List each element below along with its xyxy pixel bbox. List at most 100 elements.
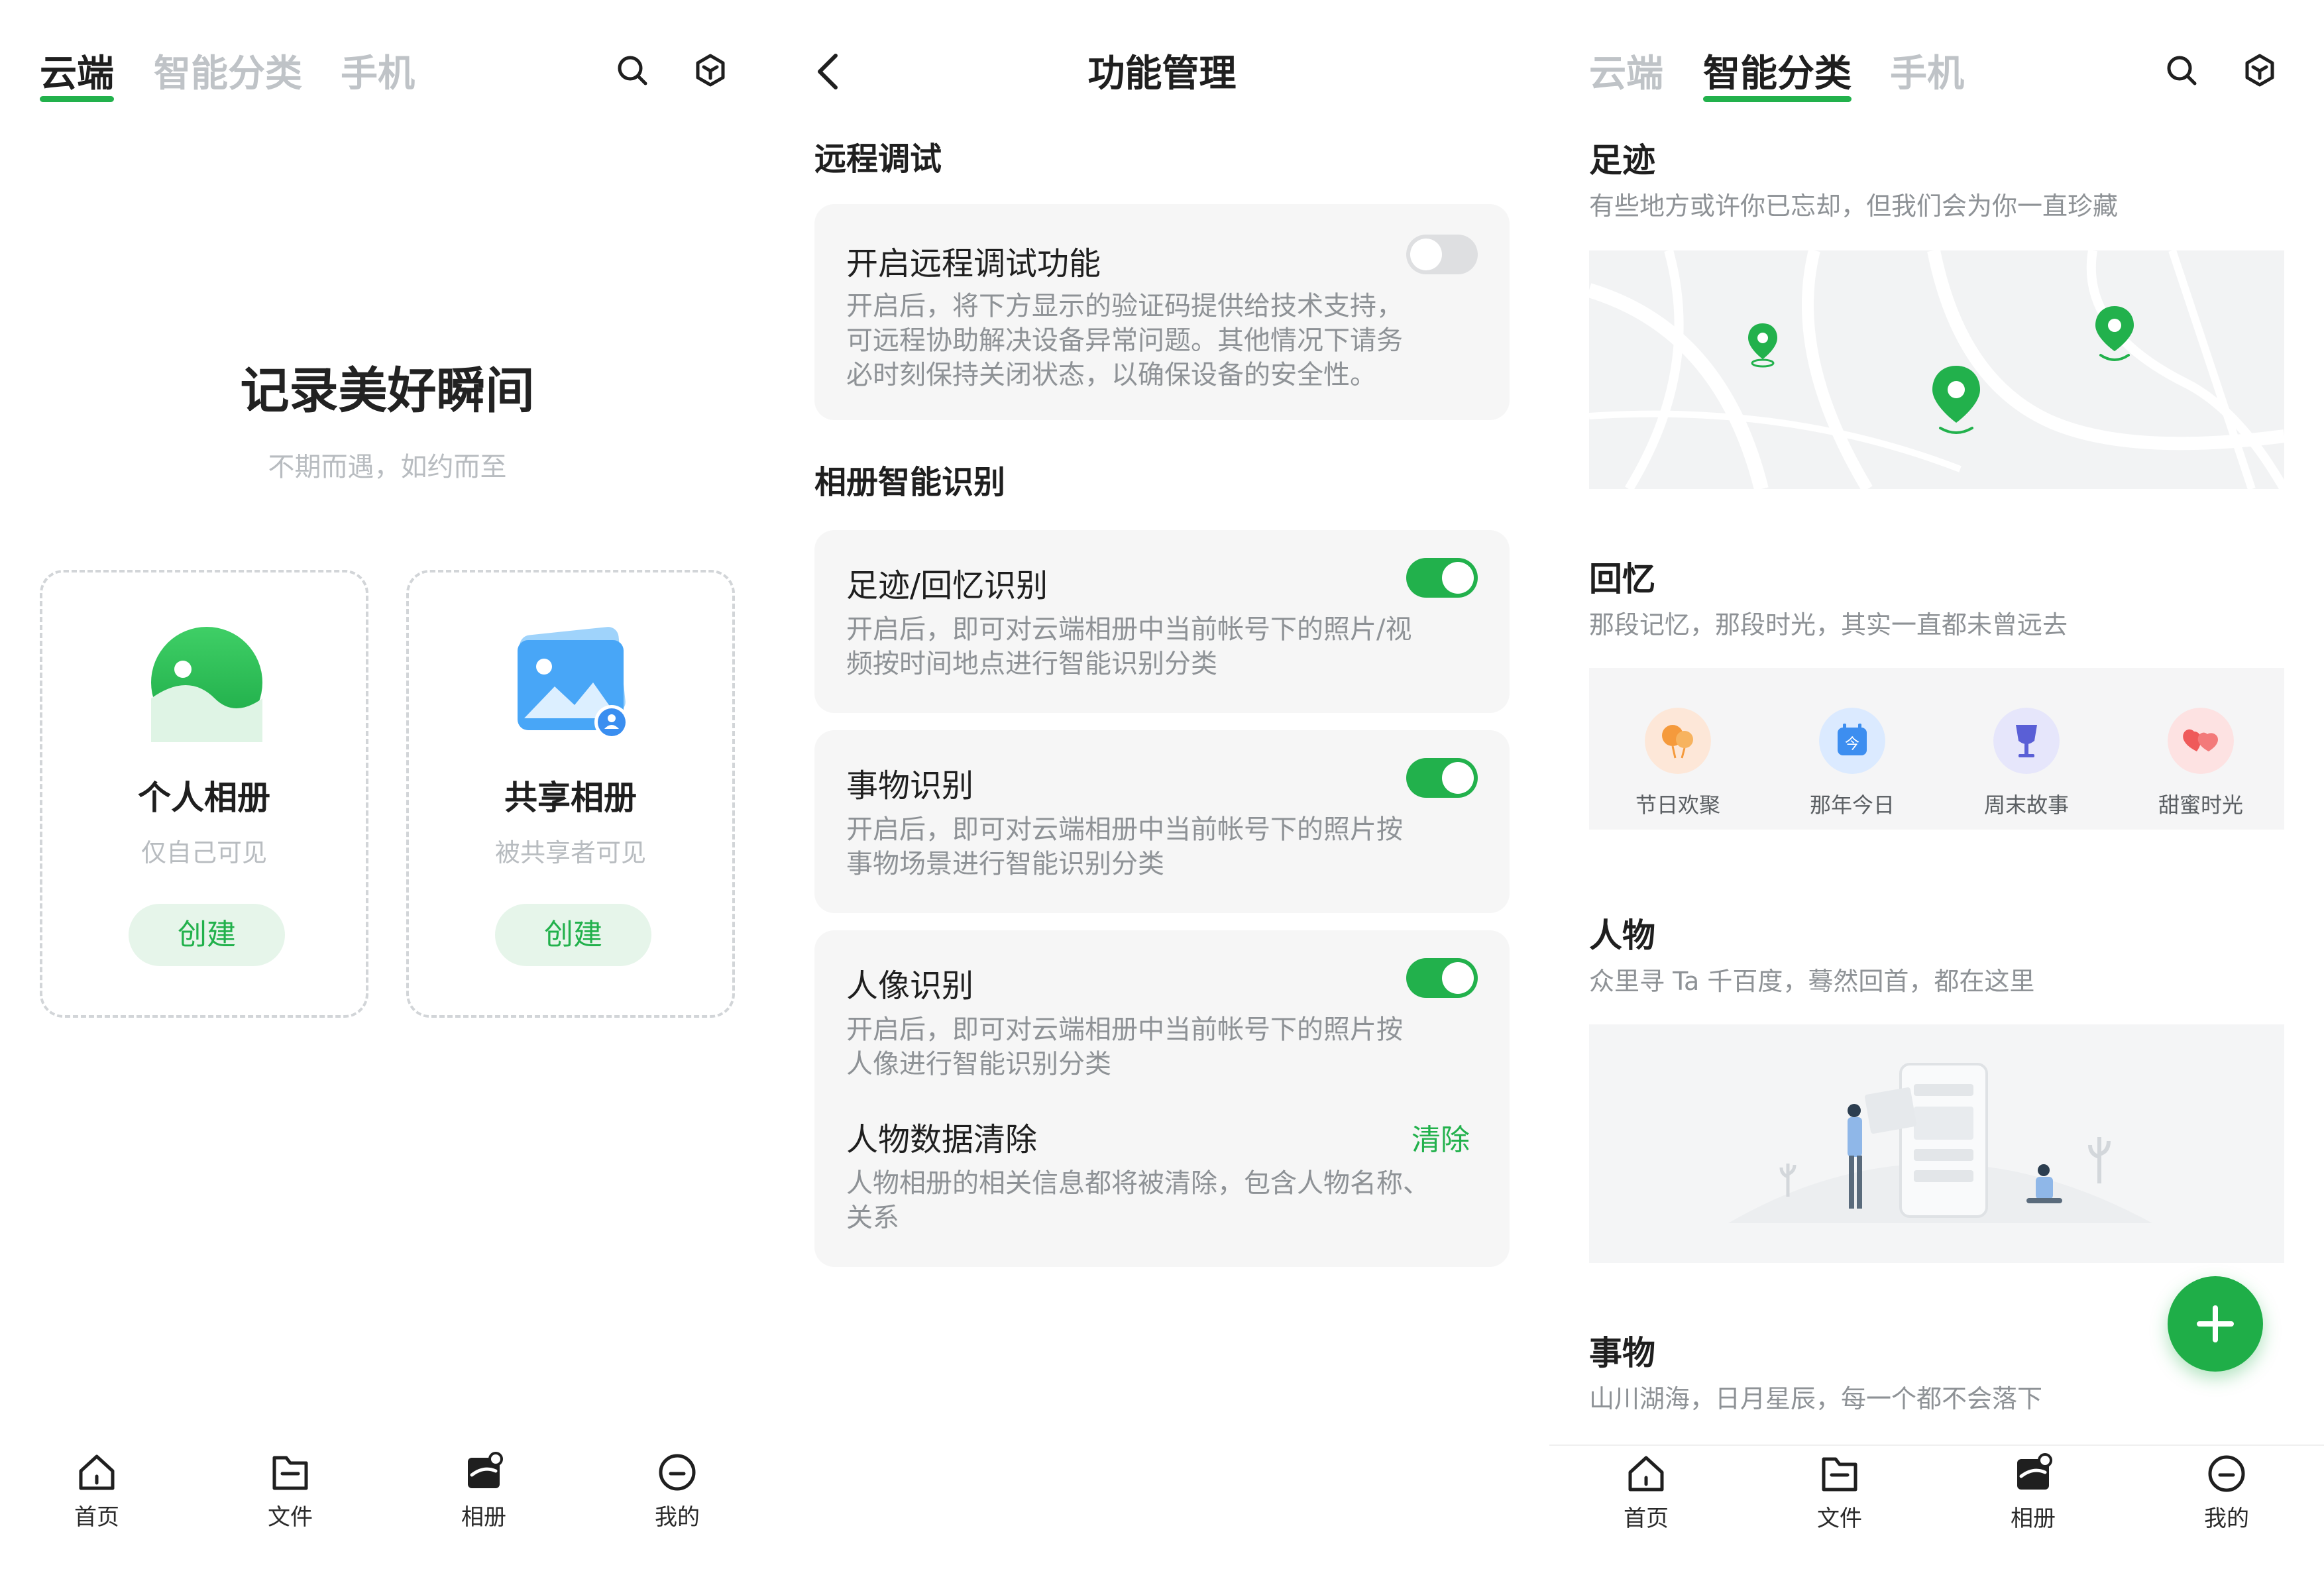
map-pin-icon <box>1748 323 1777 368</box>
map-pin-icon <box>1932 366 1980 434</box>
heart-icon <box>2168 708 2234 774</box>
create-personal-album-button[interactable]: 创建 <box>129 904 285 966</box>
footprint-memory-title: 足迹/回忆识别 <box>846 567 1048 604</box>
profile-icon <box>2208 1455 2245 1492</box>
calendar-icon: 今 <box>1819 708 1885 774</box>
nav-label-me: 我的 <box>2204 1505 2249 1532</box>
search-icon[interactable] <box>614 52 651 89</box>
memories-categories: 节日欢聚 今 那年今日 周末故事 甜蜜时光 <box>1589 668 2284 830</box>
memory-category-weekend[interactable]: 周末故事 <box>1947 708 2106 819</box>
people-illustration[interactable] <box>1589 1024 2284 1263</box>
folder-icon <box>272 1456 308 1490</box>
shared-album-icon <box>518 627 629 739</box>
balloon-icon <box>1645 708 1711 774</box>
nav-label-home: 首页 <box>1624 1505 1669 1532</box>
tab-cloud[interactable]: 云端 <box>40 44 114 97</box>
tab-cloud[interactable]: 云端 <box>1589 44 1663 97</box>
profile-icon <box>659 1454 696 1491</box>
tab-underline <box>40 96 114 102</box>
shared-album-subtitle: 被共享者可见 <box>494 838 646 867</box>
page-title: 功能管理 <box>1087 52 1237 95</box>
cube-icon[interactable] <box>692 52 729 89</box>
memory-category-sweet[interactable]: 甜蜜时光 <box>2121 708 2280 819</box>
shared-album-card[interactable]: 共享相册 被共享者可见 创建 <box>406 570 735 1018</box>
memory-category-holiday[interactable]: 节日欢聚 <box>1598 708 1757 819</box>
object-recognition-toggle[interactable] <box>1406 758 1478 798</box>
nav-label-album: 相册 <box>2011 1505 2056 1532</box>
nav-label-me: 我的 <box>655 1504 700 1531</box>
add-fab-button[interactable] <box>2168 1276 2263 1372</box>
personal-album-subtitle: 仅自己可见 <box>140 838 267 867</box>
portrait-recognition-card: 人像识别 开启后，即可对云端相册中当前帐号下的照片按 人像进行智能识别分类 人物… <box>814 930 1510 1267</box>
home-icon <box>79 1454 115 1490</box>
footprint-memory-desc: 开启后，即可对云端相册中当前帐号下的照片/视 频按时间地点进行智能识别分类 <box>846 614 1412 679</box>
nav-item-files[interactable]: 文件 <box>1773 1452 1906 1533</box>
nav-label-home: 首页 <box>74 1504 119 1531</box>
portrait-recognition-desc: 开启后，即可对云端相册中当前帐号下的照片按 人像进行智能识别分类 <box>846 1014 1403 1079</box>
people-data-clear-desc: 人物相册的相关信息都将被清除，包含人物名称、 关系 <box>846 1168 1429 1233</box>
tab-phone[interactable]: 手机 <box>341 44 415 97</box>
section-people-subtitle: 众里寻 Ta 千百度，蓦然回首，都在这里 <box>1589 967 2035 996</box>
smart-category-panel: 云端 智能分类 手机 足迹 有些地方或许你已忘却，但我们会为你一直珍藏 回忆 那… <box>1549 0 2324 1579</box>
section-things-title: 事物 <box>1589 1334 1655 1372</box>
nav-item-album[interactable]: 相册 <box>417 1451 550 1531</box>
memory-category-this-day[interactable]: 今 那年今日 <box>1773 708 1932 819</box>
bottom-nav: 首页 文件 相册 我的 <box>0 1444 775 1551</box>
remote-debug-toggle[interactable] <box>1406 235 1478 274</box>
personal-album-icon <box>151 627 262 742</box>
personal-album-title: 个人相册 <box>138 779 270 817</box>
search-icon[interactable] <box>2163 52 2200 89</box>
folder-icon <box>1822 1457 1857 1492</box>
footprints-map[interactable] <box>1586 248 2289 492</box>
people-data-clear-button[interactable]: 清除 <box>1411 1116 1470 1158</box>
nav-label-files: 文件 <box>268 1504 313 1531</box>
tab-smart[interactable]: 智能分类 <box>1703 44 1852 97</box>
portrait-recognition-toggle[interactable] <box>1406 958 1478 998</box>
tab-smart[interactable]: 智能分类 <box>154 44 302 97</box>
object-recognition-card: 事物识别 开启后，即可对云端相册中当前帐号下的照片按 事物场景进行智能识别分类 <box>814 730 1510 913</box>
wine-glass-icon <box>1993 708 2060 774</box>
feature-management-panel: 功能管理 远程调试 开启远程调试功能 开启后，将下方显示的验证码提供给技术支持，… <box>775 0 1549 1579</box>
personal-album-card[interactable]: 个人相册 仅自己可见 创建 <box>40 570 368 1018</box>
remote-debug-title: 开启远程调试功能 <box>846 245 1101 282</box>
section-memories-subtitle: 那段记忆，那段时光，其实一直都未曾远去 <box>1589 610 2068 639</box>
nav-item-me[interactable]: 我的 <box>611 1451 744 1531</box>
album-icon <box>468 1452 503 1488</box>
section-album-recognition: 相册智能识别 <box>814 464 1006 501</box>
people-data-clear-title: 人物数据清除 <box>846 1121 1038 1158</box>
hero-subtitle: 不期而遇，如约而至 <box>268 452 507 482</box>
nav-item-album[interactable]: 相册 <box>1967 1452 2099 1533</box>
portrait-recognition-title: 人像识别 <box>846 967 974 1005</box>
album-icon <box>2017 1453 2052 1490</box>
section-remote-debug: 远程调试 <box>814 140 942 178</box>
nav-item-files[interactable]: 文件 <box>224 1451 357 1531</box>
remote-debug-card: 开启远程调试功能 开启后，将下方显示的验证码提供给技术支持， 可远程协助解决设备… <box>814 204 1510 420</box>
object-recognition-desc: 开启后，即可对云端相册中当前帐号下的照片按 事物场景进行智能识别分类 <box>846 814 1403 879</box>
section-footprints-title: 足迹 <box>1589 141 1655 180</box>
plus-icon <box>2197 1305 2234 1342</box>
tab-phone[interactable]: 手机 <box>1890 44 1964 97</box>
nav-item-home[interactable]: 首页 <box>30 1451 163 1531</box>
remote-debug-desc: 开启后，将下方显示的验证码提供给技术支持， 可远程协助解决设备异常问题。其他情况… <box>846 291 1403 390</box>
section-things-subtitle: 山川湖海，日月星辰，每一个都不会落下 <box>1589 1384 2043 1413</box>
hero-title: 记录美好瞬间 <box>240 362 535 419</box>
section-people-title: 人物 <box>1589 916 1655 955</box>
svg-text:今: 今 <box>1845 736 1859 753</box>
nav-item-home[interactable]: 首页 <box>1580 1452 1712 1533</box>
home-icon <box>1628 1456 1664 1492</box>
object-recognition-title: 事物识别 <box>846 767 974 804</box>
section-memories-title: 回忆 <box>1589 560 1655 598</box>
people-empty-illustration <box>1589 1024 2284 1263</box>
footprint-memory-toggle[interactable] <box>1406 558 1478 598</box>
cloud-panel: 云端 智能分类 手机 记录美好瞬间 不期而遇，如约而至 个人相册 仅自己可见 创… <box>0 0 775 1579</box>
create-shared-album-button[interactable]: 创建 <box>495 904 651 966</box>
tab-underline <box>1703 96 1852 102</box>
nav-label-album: 相册 <box>461 1504 506 1531</box>
cube-icon[interactable] <box>2241 52 2278 89</box>
nav-item-me[interactable]: 我的 <box>2160 1452 2293 1533</box>
nav-label-files: 文件 <box>1817 1505 1862 1532</box>
section-footprints-subtitle: 有些地方或许你已忘却，但我们会为你一直珍藏 <box>1589 191 2119 221</box>
bottom-nav: 首页 文件 相册 我的 <box>1549 1444 2324 1551</box>
footprint-memory-card: 足迹/回忆识别 开启后，即可对云端相册中当前帐号下的照片/视 频按时间地点进行智… <box>814 530 1510 713</box>
map-pin-icon <box>2095 306 2134 361</box>
